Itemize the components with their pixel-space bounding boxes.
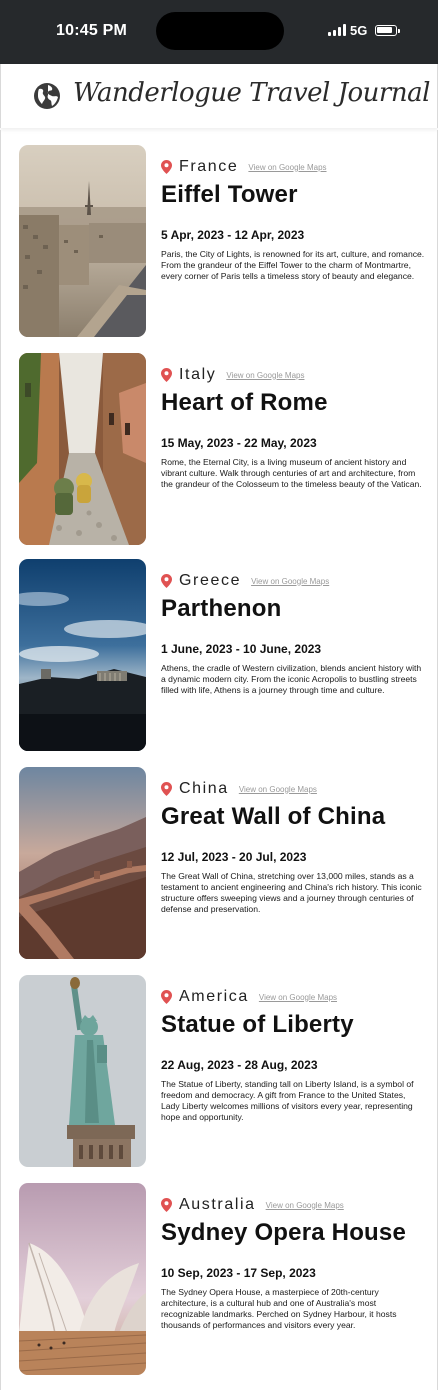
entry-country: China (179, 780, 229, 797)
entry-description: Rome, the Eternal City, is a living muse… (161, 457, 422, 489)
entry-dates: 12 Jul, 2023 - 20 Jul, 2023 (161, 850, 307, 864)
entry-title: Sydney Opera House (161, 1219, 407, 1246)
parthenon-photo (19, 559, 146, 751)
entry-dates: 1 June, 2023 - 10 June, 2023 (161, 642, 322, 656)
entry-country: Australia (179, 1196, 256, 1213)
entry-title: Parthenon (161, 595, 282, 622)
entry-country: Italy (179, 366, 217, 383)
entry-photo (19, 975, 146, 1167)
signal-icon (328, 24, 346, 36)
google-maps-link[interactable]: View on Google Maps (251, 577, 329, 586)
entry-description: The Statue of Liberty, standing tall on … (161, 1079, 414, 1122)
entry-dates: 5 Apr, 2023 - 12 Apr, 2023 (161, 228, 305, 242)
entry-description: The Great Wall of China, stretching over… (161, 871, 422, 914)
journal-entry-card[interactable]: China View on Google Maps Great Wall of … (19, 767, 429, 959)
journal-feed[interactable]: France View on Google Maps Eiffel Tower … (0, 130, 438, 1390)
entry-dates: 15 May, 2023 - 22 May, 2023 (161, 436, 317, 450)
entry-title: Eiffel Tower (161, 181, 298, 208)
journal-entry-card[interactable]: America View on Google Maps Statue of Li… (19, 975, 429, 1167)
journal-entry-card[interactable]: France View on Google Maps Eiffel Tower … (19, 145, 429, 337)
location-pin-icon (161, 574, 172, 588)
location-pin-icon (161, 990, 172, 1004)
google-maps-link[interactable]: View on Google Maps (239, 785, 317, 794)
location-pin-icon (161, 160, 172, 174)
location-pin-icon (161, 782, 172, 796)
entry-description: Paris, the City of Lights, is renowned f… (161, 249, 425, 281)
entry-description: Athens, the cradle of Western civilizati… (161, 663, 422, 695)
app-header: Wanderlogue Travel Journal (0, 64, 438, 128)
entry-country: France (179, 158, 239, 175)
google-maps-link[interactable]: View on Google Maps (266, 1201, 344, 1210)
status-bar: 10:45 PM 5G (0, 0, 438, 64)
entry-country: Greece (179, 572, 242, 589)
entry-dates: 22 Aug, 2023 - 28 Aug, 2023 (161, 1058, 318, 1072)
entry-photo (19, 767, 146, 959)
status-time: 10:45 PM (56, 22, 127, 39)
paris-photo (19, 145, 146, 337)
journal-entry-card[interactable]: Australia View on Google Maps Sydney Ope… (19, 1183, 429, 1375)
entry-photo (19, 145, 146, 337)
entry-photo (19, 559, 146, 751)
google-maps-link[interactable]: View on Google Maps (259, 993, 337, 1002)
app-title: Wanderlogue Travel Journal (73, 78, 430, 108)
entry-dates: 10 Sep, 2023 - 17 Sep, 2023 (161, 1266, 316, 1280)
sydney-opera-house-photo (19, 1183, 146, 1375)
network-type: 5G (350, 22, 368, 38)
google-maps-link[interactable]: View on Google Maps (248, 163, 326, 172)
rome-street-photo (19, 353, 146, 545)
statue-of-liberty-photo (19, 975, 146, 1167)
battery-icon (375, 24, 401, 36)
entry-title: Great Wall of China (161, 803, 386, 830)
entry-country: America (179, 988, 249, 1005)
globe-icon (34, 83, 60, 109)
journal-entry-card[interactable]: Greece View on Google Maps Parthenon 1 J… (19, 559, 429, 751)
entry-photo (19, 1183, 146, 1375)
camera-notch (156, 12, 284, 50)
location-pin-icon (161, 1198, 172, 1212)
entry-title: Statue of Liberty (161, 1011, 354, 1038)
location-pin-icon (161, 368, 172, 382)
journal-entry-card[interactable]: Italy View on Google Maps Heart of Rome … (19, 353, 429, 545)
entry-description: The Sydney Opera House, a masterpiece of… (161, 1287, 397, 1330)
great-wall-photo (19, 767, 146, 959)
google-maps-link[interactable]: View on Google Maps (226, 371, 304, 380)
entry-title: Heart of Rome (161, 389, 328, 416)
status-indicators: 5G (328, 22, 401, 38)
entry-photo (19, 353, 146, 545)
